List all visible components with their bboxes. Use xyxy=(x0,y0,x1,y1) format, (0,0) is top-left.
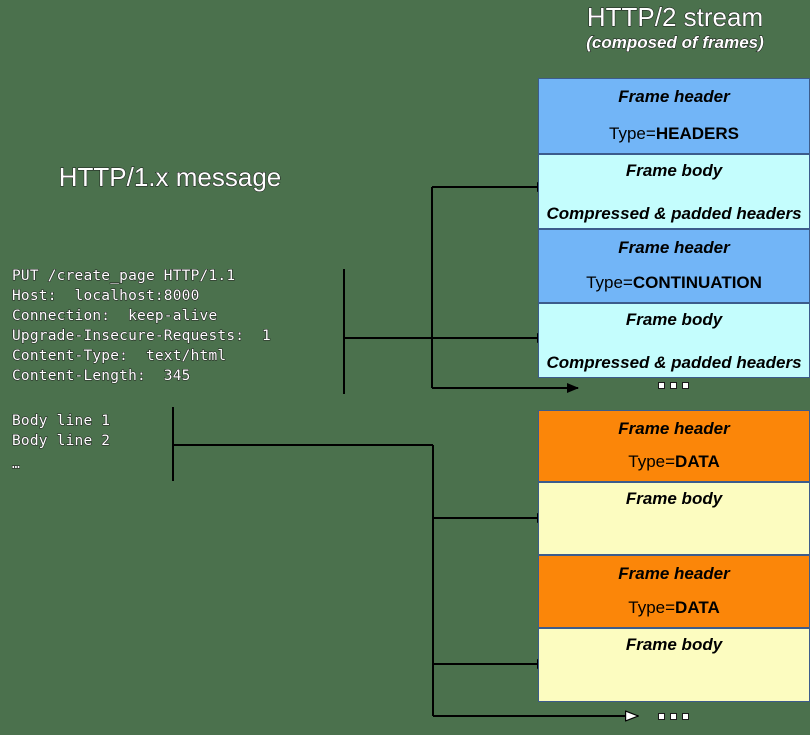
frame-type-line: Type=CONTINUATION xyxy=(539,273,809,302)
frame-header-label: Frame header xyxy=(618,87,730,106)
frame-header-headers: Frame header Type=HEADERS xyxy=(538,78,810,154)
dot xyxy=(658,713,665,720)
dot xyxy=(670,382,677,389)
frame-body-label: Frame body xyxy=(625,489,723,508)
frame-body-label: Frame body xyxy=(625,635,723,654)
frame-type-value: CONTINUATION xyxy=(632,273,762,292)
frame-body-data-1: Frame body xyxy=(538,482,810,555)
message-title: HTTP/1.x message xyxy=(58,162,282,193)
frame-body-content: Compressed & padded headers xyxy=(546,204,802,223)
frame-body-content xyxy=(539,550,809,554)
stream-subtitle: (composed of frames) xyxy=(586,33,765,53)
frame-body-continuation: Frame body Compressed & padded headers xyxy=(538,303,810,378)
frame-type-line: Type=DATA xyxy=(539,598,809,627)
frame-body-label: Frame body xyxy=(625,161,723,180)
headers-ellipsis-marker xyxy=(658,382,689,389)
frame-body-headers: Frame body Compressed & padded headers xyxy=(538,154,810,229)
frame-header-continuation: Frame header Type=CONTINUATION xyxy=(538,229,810,303)
stream-title: HTTP/2 stream xyxy=(586,2,764,33)
frame-body-content: Compressed & padded headers xyxy=(546,353,802,372)
frame-header-label: Frame header xyxy=(618,564,730,583)
frame-body-content xyxy=(539,697,809,701)
frame-type-line: Type=HEADERS xyxy=(539,124,809,153)
frame-type-prefix: Type= xyxy=(628,598,676,617)
frame-type-prefix: Type= xyxy=(586,273,633,292)
dot xyxy=(670,713,677,720)
data-ellipsis-marker xyxy=(658,713,689,720)
dot xyxy=(682,382,689,389)
diagram-canvas: HTTP/2 stream (composed of frames) HTTP/… xyxy=(0,0,810,735)
frame-type-value: HEADERS xyxy=(655,124,739,143)
http1-body-ellipsis: … xyxy=(11,456,21,472)
frame-body-data-2: Frame body xyxy=(538,628,810,702)
frame-body-label: Frame body xyxy=(625,310,723,329)
http1-body-text: Body line 1 Body line 2 xyxy=(11,412,111,449)
frame-type-value: DATA xyxy=(675,598,720,617)
http1-headers-text: PUT /create_page HTTP/1.1 Host: localhos… xyxy=(11,267,271,384)
frame-type-prefix: Type= xyxy=(628,452,676,471)
frame-type-value: DATA xyxy=(675,452,720,471)
dot xyxy=(658,382,665,389)
dot xyxy=(682,713,689,720)
frame-header-label: Frame header xyxy=(618,238,730,257)
frame-type-prefix: Type= xyxy=(609,124,656,143)
frame-header-data-2: Frame header Type=DATA xyxy=(538,555,810,628)
frame-header-data-1: Frame header Type=DATA xyxy=(538,410,810,482)
frame-type-line: Type=DATA xyxy=(539,452,809,481)
frame-header-label: Frame header xyxy=(618,419,730,438)
